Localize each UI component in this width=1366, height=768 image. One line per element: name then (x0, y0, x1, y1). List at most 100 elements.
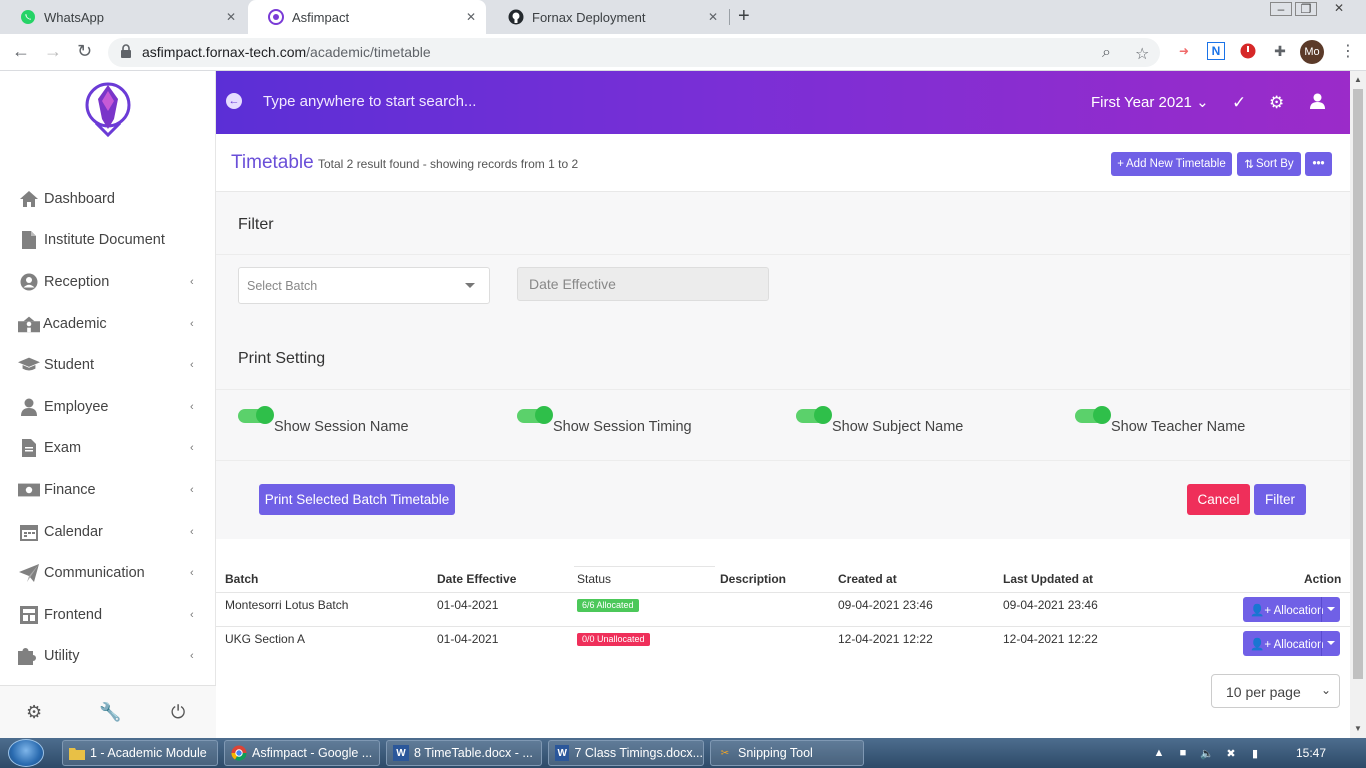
sidebar-item-finance[interactable]: Finance ‹ (0, 472, 216, 508)
column-header-created-at[interactable]: Created at (838, 572, 897, 586)
scroll-up-icon[interactable]: ▲ (1354, 75, 1362, 84)
sidebar-item-calendar[interactable]: Calendar ‹ (0, 514, 216, 550)
minimize-icon[interactable]: – (1270, 2, 1292, 16)
column-header-batch[interactable]: Batch (225, 572, 258, 586)
extension-arrow-icon[interactable]: ➜ (1175, 42, 1193, 60)
scrollbar-thumb[interactable] (1353, 89, 1363, 679)
allocation-button[interactable]: 👤+ Allocation (1243, 631, 1340, 656)
close-tab-icon[interactable]: ✕ (708, 10, 718, 24)
taskbar-item-snipping-tool[interactable]: ✂ Snipping Tool (710, 740, 864, 766)
show-teacher-name-toggle[interactable] (1075, 406, 1111, 424)
cell-updated-at: 09-04-2021 23:46 (1003, 598, 1098, 612)
show-session-name-toggle[interactable] (238, 406, 274, 424)
sidebar-item-utility[interactable]: Utility ‹ (0, 638, 216, 674)
scissors-icon: ✂ (720, 747, 730, 759)
forward-arrow-icon[interactable]: → (44, 41, 62, 62)
caret-down-icon[interactable] (1327, 607, 1335, 611)
taskbar-item-timetable-docx[interactable]: W 8 TimeTable.docx - ... (386, 740, 542, 766)
page-scrollbar[interactable]: ▲ ▼ (1350, 71, 1366, 738)
tab-asfimpact[interactable]: Asfimpact ✕ (248, 0, 486, 34)
sidebar-item-label: Utility (44, 648, 80, 664)
divider (574, 566, 715, 567)
allocation-button[interactable]: 👤+ Allocation (1243, 597, 1340, 622)
reload-icon[interactable]: ↻ (77, 41, 92, 62)
settings-gears-icon[interactable]: ⚙ (26, 702, 42, 723)
filter-button[interactable]: Filter (1254, 484, 1306, 515)
date-effective-input[interactable] (517, 267, 769, 301)
column-header-date-effective[interactable]: Date Effective (437, 572, 516, 586)
caret-down-icon[interactable] (1327, 641, 1335, 645)
divider (216, 460, 1350, 461)
check-circle-icon[interactable]: ✓ (1232, 93, 1246, 113)
add-new-timetable-button[interactable]: + Add New Timetable (1111, 152, 1232, 176)
volume-icon[interactable]: 🔈 (1200, 746, 1214, 760)
extension-power-icon[interactable] (1239, 42, 1257, 60)
tray-app-icon[interactable]: ■ (1176, 746, 1190, 760)
restore-icon[interactable]: ❐ (1295, 2, 1317, 16)
results-summary: Total 2 result found - showing records f… (318, 157, 579, 171)
sidebar-item-dashboard[interactable]: Dashboard (0, 181, 216, 217)
new-tab-icon[interactable]: + (738, 5, 750, 28)
settings-gears-icon[interactable]: ⚙ (1269, 93, 1284, 113)
arrow-left-circle-icon[interactable]: ← (226, 93, 242, 109)
extensions-puzzle-icon[interactable]: ✚ (1271, 42, 1289, 60)
chevron-left-icon: ‹ (190, 442, 194, 454)
start-button[interactable] (8, 739, 44, 767)
taskbar-item-class-timings-docx[interactable]: W 7 Class Timings.docx... (548, 740, 704, 766)
profile-avatar[interactable]: Mo (1300, 40, 1324, 64)
show-subject-name-toggle[interactable] (796, 406, 832, 424)
github-icon (508, 9, 524, 25)
sidebar-item-employee[interactable]: Employee ‹ (0, 389, 216, 425)
browser-menu-icon[interactable]: ⋮ (1340, 41, 1356, 61)
sidebar-item-academic[interactable]: Academic ‹ (0, 306, 216, 342)
close-tab-icon[interactable]: ✕ (226, 10, 236, 24)
task-label: 8 TimeTable.docx - ... (414, 746, 533, 760)
sort-by-button[interactable]: ⇅ Sort By (1237, 152, 1301, 176)
tab-whatsapp[interactable]: WhatsApp ✕ (0, 0, 246, 34)
select-batch-dropdown[interactable]: Select Batch (238, 267, 490, 304)
cell-created-at: 12-04-2021 12:22 (838, 632, 933, 646)
sidebar-item-exam[interactable]: Exam ‹ (0, 430, 216, 466)
global-search-input[interactable]: Type anywhere to start search... (263, 93, 476, 110)
user-icon[interactable] (1310, 93, 1325, 114)
button-label: Add New Timetable (1126, 158, 1226, 170)
scroll-down-icon[interactable]: ▼ (1354, 724, 1362, 733)
column-header-description[interactable]: Description (720, 572, 786, 586)
print-selected-batch-timetable-button[interactable]: Print Selected Batch Timetable (259, 484, 455, 515)
taskbar-item-chrome[interactable]: Asfimpact - Google ... (224, 740, 380, 766)
more-options-button[interactable]: ••• (1305, 152, 1332, 176)
taskbar-item-academic-module[interactable]: 1 - Academic Module (62, 740, 218, 766)
address-bar[interactable]: asfimpact.fornax-tech.com/academic/timet… (108, 38, 1160, 67)
bookmark-star-icon[interactable]: ☆ (1135, 44, 1149, 64)
signal-bars-icon[interactable]: ▮ (1248, 746, 1262, 760)
status-badge: 0/0 Unallocated (577, 633, 650, 646)
taskbar-clock[interactable]: 15:47 (1296, 746, 1326, 760)
sidebar-item-reception[interactable]: Reception ‹ (0, 264, 216, 300)
sidebar-item-institute-document[interactable]: Institute Document (0, 222, 216, 258)
sidebar-item-student[interactable]: Student ‹ (0, 347, 216, 383)
toggle-knob (256, 406, 274, 424)
paper-plane-icon (18, 563, 40, 583)
google-drive-icon[interactable]: ▲ (1152, 746, 1166, 760)
network-warning-icon[interactable]: ✖ (1224, 746, 1238, 760)
close-window-icon[interactable]: ✕ (1328, 2, 1350, 16)
academic-year-selector[interactable]: First Year 2021 ⌄ (1091, 93, 1209, 111)
power-icon[interactable]: ⏻ (171, 702, 185, 723)
zoom-icon[interactable]: ⌕ (1102, 44, 1111, 62)
sidebar-item-frontend[interactable]: Frontend ‹ (0, 597, 216, 633)
back-arrow-icon[interactable]: ← (12, 41, 30, 62)
sidebar-item-communication[interactable]: Communication ‹ (0, 555, 216, 591)
column-header-status[interactable]: Status (577, 572, 611, 586)
column-header-last-updated-at[interactable]: Last Updated at (1003, 572, 1093, 586)
key-icon[interactable]: 🔧 (99, 702, 121, 723)
per-page-select[interactable]: 10 per page ⌄ (1211, 674, 1340, 708)
chevron-left-icon: ‹ (190, 526, 194, 538)
timetable-table: Batch Date Effective Status Description … (216, 539, 1350, 738)
show-session-timing-toggle[interactable] (517, 406, 553, 424)
allocation-label: 👤+ Allocation (1250, 603, 1323, 617)
extension-n-icon[interactable]: N (1207, 42, 1225, 60)
close-tab-icon[interactable]: ✕ (466, 10, 476, 24)
cancel-button[interactable]: Cancel (1187, 484, 1250, 515)
tab-fornax-deployment[interactable]: Fornax Deployment ✕ (488, 0, 728, 34)
tab-title: Fornax Deployment (532, 9, 646, 25)
